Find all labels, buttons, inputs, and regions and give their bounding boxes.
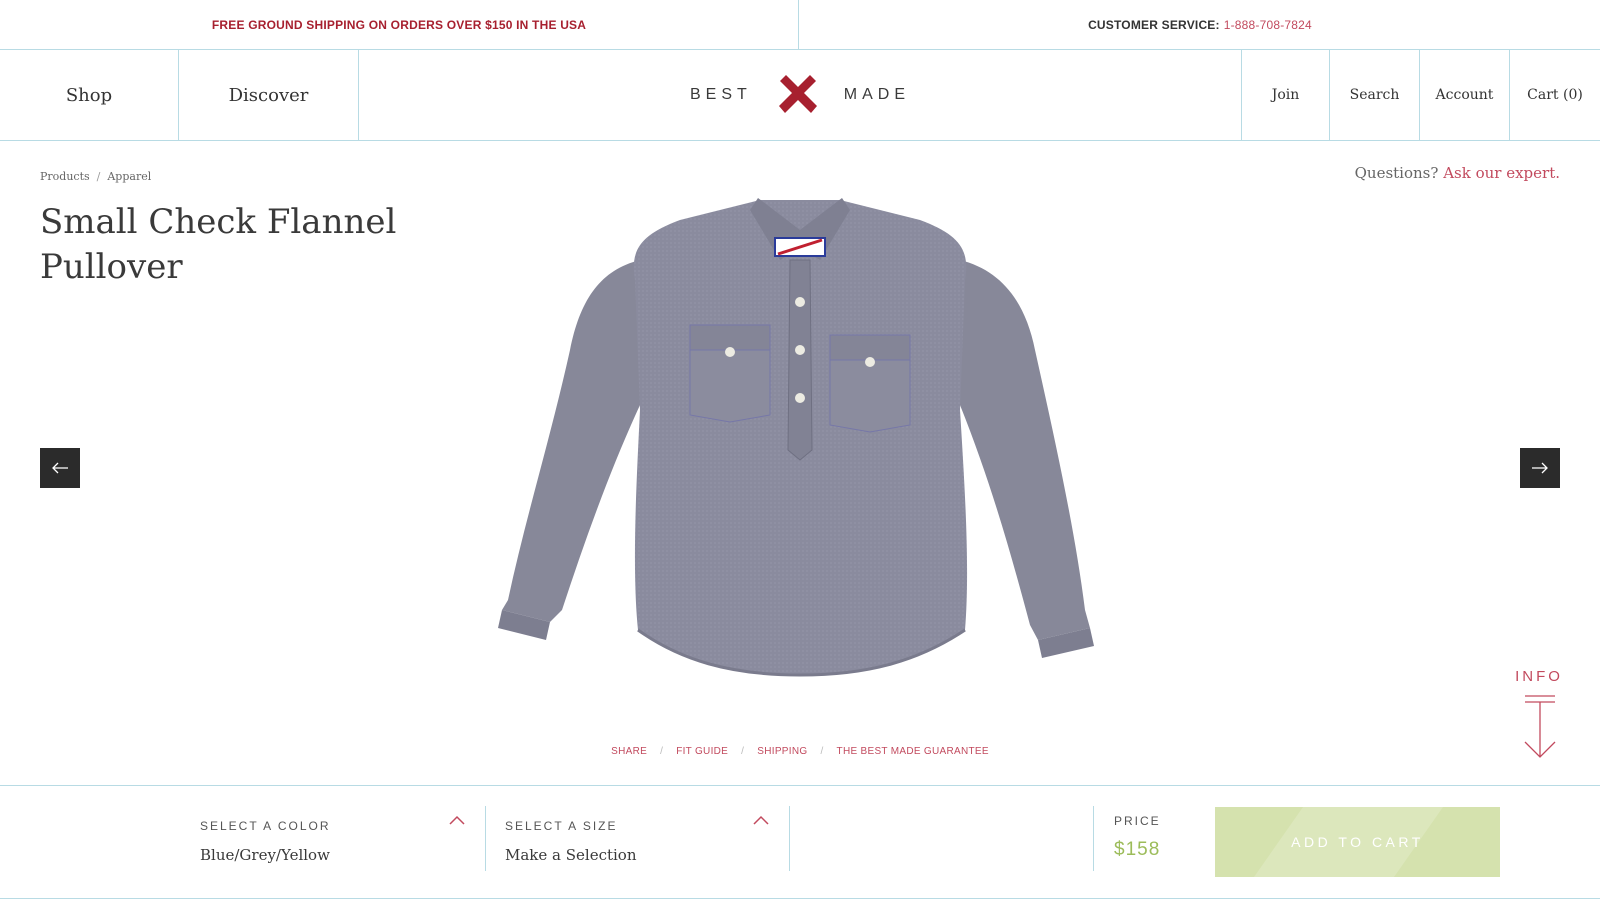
size-select-value: Make a Selection [505,846,637,864]
customer-service-label: CUSTOMER SERVICE: [1088,17,1220,32]
price-display: PRICE $158 [1093,806,1203,871]
promo-bar: FREE GROUND SHIPPING ON ORDERS OVER $150… [0,0,1600,50]
expert-prompt: Questions? Ask our expert. [1355,164,1560,182]
link-separator: / [820,746,824,757]
guarantee-link[interactable]: THE BEST MADE GUARANTEE [837,746,989,757]
link-separator: / [741,746,745,757]
chevron-up-icon [449,815,465,825]
nav-cart[interactable]: Cart (0) [1510,50,1600,140]
color-select[interactable]: SELECT A COLOR Blue/Grey/Yellow [200,806,486,871]
logo-word-best: BEST [689,86,752,103]
add-to-cart-label: ADD TO CART [1291,834,1424,850]
arrow-left-icon [52,462,68,474]
share-link[interactable]: SHARE [611,746,647,757]
brand-logo[interactable]: BEST MADE [359,50,1241,140]
free-shipping-promo: FREE GROUND SHIPPING ON ORDERS OVER $150… [0,0,799,49]
color-select-value: Blue/Grey/Yellow [200,846,330,864]
fit-guide-link[interactable]: FIT GUIDE [676,746,728,757]
purchase-bar: SELECT A COLOR Blue/Grey/Yellow SELECT A… [0,785,1600,899]
product-title-line2: Pullover [40,247,183,287]
color-select-label: SELECT A COLOR [200,819,331,833]
product-title-line1: Small Check Flannel [40,202,397,242]
breadcrumb-separator: / [96,170,101,183]
nav-join[interactable]: Join [1241,50,1330,140]
price-value: $158 [1114,839,1161,860]
carousel-next-button[interactable] [1520,448,1560,488]
nav-shop[interactable]: Shop [0,50,179,140]
product-title: Small Check Flannel Pullover [40,200,420,290]
shipping-link[interactable]: SHIPPING [757,746,807,757]
add-to-cart-button[interactable]: ADD TO CART [1215,807,1500,877]
product-image [498,198,1094,677]
arrow-right-icon [1532,462,1548,474]
chevron-up-icon [753,815,769,825]
customer-service-phone-link[interactable]: 1-888-708-7824 [1224,18,1312,32]
size-select[interactable]: SELECT A SIZE Make a Selection [505,806,790,871]
size-select-label: SELECT A SIZE [505,819,618,833]
breadcrumb: Products / Apparel [40,170,151,183]
main-nav: Shop Discover BEST MADE Join Search Acco… [0,50,1600,141]
price-label: PRICE [1114,814,1161,828]
breadcrumb-apparel[interactable]: Apparel [107,170,151,183]
ask-expert-link[interactable]: Ask our expert. [1443,164,1560,182]
questions-text: Questions? [1354,164,1439,182]
logo-x-icon [778,75,817,113]
breadcrumb-products[interactable]: Products [40,170,90,183]
product-links: SHARE / FIT GUIDE / SHIPPING / THE BEST MADE G… [0,746,1600,757]
info-link[interactable]: INFO [1514,668,1564,685]
customer-service: CUSTOMER SERVICE: 1-888-708-7824 [800,0,1600,49]
nav-account[interactable]: Account [1420,50,1510,140]
nav-search[interactable]: Search [1330,50,1420,140]
carousel-prev-button[interactable] [40,448,80,488]
link-separator: / [660,746,664,757]
nav-discover[interactable]: Discover [179,50,359,140]
logo-word-made: MADE [843,86,911,103]
